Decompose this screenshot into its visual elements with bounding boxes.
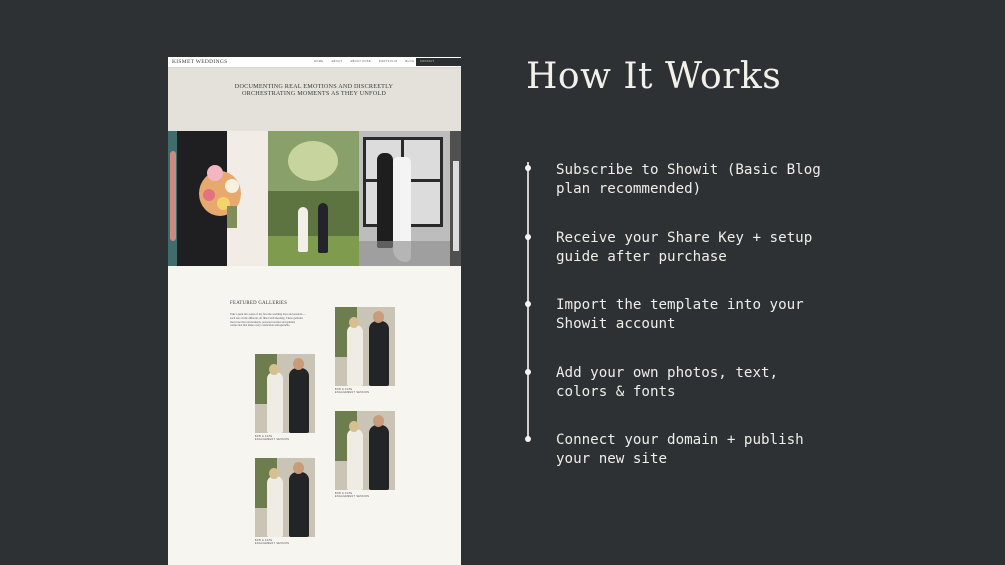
photo-sliver-left [168,131,177,266]
gallery-card-photo [255,354,315,433]
gallery-card-type: ENGAGEMENT SESSION [255,543,290,546]
nav-link-about-knse[interactable]: ABOUT KNSE [350,60,371,64]
nav-link-home[interactable]: HOME [314,60,323,64]
nav-link-blog[interactable]: BLOG [406,60,415,64]
gallery-card-caption: BOB & KATE ENGAGEMENT SESSION [255,436,315,443]
step-1-text: Subscribe to Showit (Basic Blog plan rec… [556,162,821,197]
gallery-card[interactable]: BOB & KATE ENGAGEMENT SESSION [255,458,315,547]
timeline-dot-icon [525,436,531,442]
gallery-card-photo [335,307,395,386]
step-3-text: Import the template into your Showit acc… [556,297,804,332]
timeline-dot-icon [525,165,531,171]
gallery-card-caption: BOB & KATE ENGAGEMENT SESSION [255,540,315,547]
gallery-card-photo [335,411,395,490]
featured-galleries-text: Take a peek into some of my favorite wed… [230,313,306,328]
website-template-preview: KISMET WEDDINGS HOME ABOUT ABOUT KNSE PO… [168,57,461,565]
gallery-card[interactable]: BOB & KATE ENGAGEMENT SESSION [335,411,395,500]
website-logo[interactable]: KISMET WEDDINGS [172,58,227,66]
website-nav-links: HOME ABOUT ABOUT KNSE PORTFOLIO BLOG [314,60,414,64]
timeline-dot-icon [525,301,531,307]
hero-band [168,68,461,131]
featured-galleries-title: FEATURED GALLERIES [230,301,288,306]
gallery-card-photo [255,458,315,537]
gallery-card-type: ENGAGEMENT SESSION [335,496,370,499]
timeline-dot-icon [525,369,531,375]
step-2-text: Receive your Share Key + setup guide aft… [556,230,813,265]
step-5-text: Connect your domain + publish your new s… [556,432,804,467]
website-nav-bar: KISMET WEDDINGS HOME ABOUT ABOUT KNSE PO… [168,57,461,68]
garden-couple-photo [268,131,359,266]
gallery-card-caption: BOB & KATE ENGAGEMENT SESSION [335,493,395,500]
bouquet-photo [177,131,268,266]
timeline-dot-icon [525,234,531,240]
step-4-text: Add your own photos, text, colors & font… [556,365,779,400]
timeline-line [527,162,529,438]
photo-sliver-right [450,131,461,266]
hero-headline: DOCUMENTING REAL EMOTIONS AND DISCREETLY… [234,83,394,97]
gallery-card-type: ENGAGEMENT SESSION [335,392,370,395]
nav-link-about[interactable]: ABOUT [331,60,342,64]
gallery-card[interactable]: BOB & KATE ENGAGEMENT SESSION [255,354,315,443]
nav-link-portfolio[interactable]: PORTFOLIO [379,60,398,64]
gallery-card[interactable]: BOB & KATE ENGAGEMENT SESSION [335,307,395,396]
hero-photo-strip [168,131,461,266]
how-it-works-title: How It Works [526,56,782,97]
gallery-card-type: ENGAGEMENT SESSION [255,439,290,442]
contact-button[interactable]: CONTACT [416,58,461,66]
window-couple-photo [359,131,450,266]
gallery-card-caption: BOB & KATE ENGAGEMENT SESSION [335,389,395,396]
